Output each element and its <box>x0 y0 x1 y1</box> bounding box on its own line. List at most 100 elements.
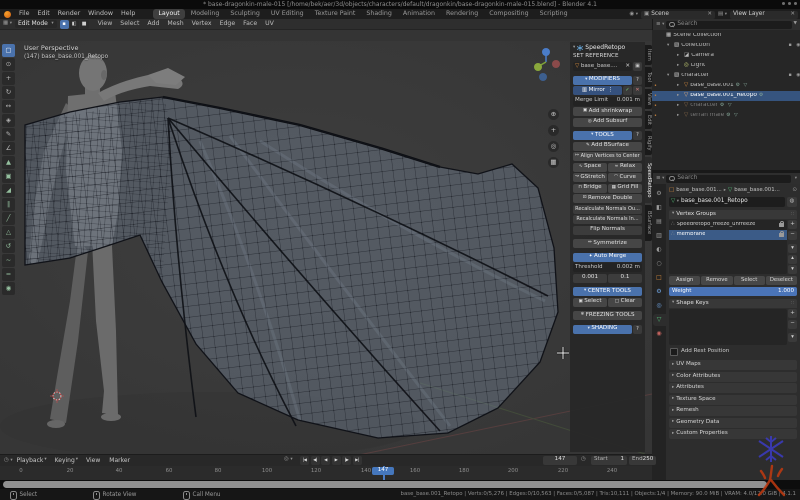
add-bsurface-button[interactable]: ✎Add BSurface <box>573 142 642 151</box>
perspective-toggle-icon[interactable]: ▦ <box>548 157 559 168</box>
topbar-menu[interactable]: Help <box>117 11 139 17</box>
workspace-tab[interactable]: Rendering <box>441 9 483 18</box>
reference-object-field[interactable]: ▽base_base....✕ <box>573 62 632 71</box>
camera-view-icon[interactable]: ◎ <box>548 141 559 152</box>
topbar-menu[interactable]: File <box>15 11 34 17</box>
threshold-slider[interactable]: Threshold0.002 m <box>573 263 642 272</box>
recalc-normals-outside-button[interactable]: Recalculate Normals Ou... <box>573 205 642 214</box>
remove-button[interactable]: Remove <box>701 276 732 285</box>
npanel-tab[interactable]: Tool <box>645 67 652 87</box>
modifiers-header-button[interactable]: ▾MODIFIERS <box>573 76 632 85</box>
annotate-tool[interactable]: ✎ <box>2 128 15 141</box>
curve-button[interactable]: ◠Curve <box>608 173 642 182</box>
outliner-item-label[interactable]: Light <box>691 63 705 69</box>
collapsed-panel-header[interactable]: ▸Remesh <box>669 406 797 416</box>
lock-icon[interactable] <box>779 223 784 227</box>
shape-keys-panel-header[interactable]: ▾Shape Keys∷ <box>669 299 797 308</box>
assign-button[interactable]: Assign <box>669 276 700 285</box>
properties-editor-type-dropdown[interactable]: ≡ <box>656 176 664 182</box>
pan-icon[interactable]: + <box>548 125 559 136</box>
properties-tab-view-layer[interactable]: ▥ <box>653 230 666 242</box>
properties-tab-physics[interactable]: ◎ <box>653 300 666 312</box>
face-select-mode[interactable]: ■ <box>80 20 89 29</box>
outliner-item-label[interactable]: terran male <box>690 113 724 119</box>
topbar-menu[interactable]: Edit <box>34 11 54 17</box>
blender-logo-icon[interactable] <box>4 11 11 18</box>
delete-mirror-button[interactable]: ✕ <box>633 86 642 95</box>
move-group-up-button[interactable]: ▴ <box>788 255 797 264</box>
outliner-row[interactable]: • ▸ ▽ terran male ⚙ ▽ − ▣ <box>652 111 800 121</box>
workspace-tab[interactable]: Shading <box>361 9 397 18</box>
view-layer-remove-icon[interactable]: ✕ <box>790 12 795 18</box>
space-button[interactable]: ∿Space <box>573 163 607 172</box>
auto-merge-toggle[interactable]: ✦Auto Merge <box>573 253 642 262</box>
outliner-row[interactable]: ▾ ▧ character ▪ ◉ ▣ <box>652 71 800 81</box>
measure-tool[interactable]: ∠ <box>2 142 15 155</box>
auto-keying-toggle[interactable]: ◎ <box>284 457 293 463</box>
workspace-tab[interactable]: Animation <box>398 9 440 18</box>
workspace-tab[interactable]: Layout <box>153 9 184 18</box>
properties-tab-tool[interactable]: ⚙ <box>653 188 666 200</box>
center-select-button[interactable]: ▣Select <box>573 298 607 307</box>
npanel-tab[interactable]: Rigify <box>645 131 652 155</box>
tools-help-button[interactable]: ? <box>633 131 642 140</box>
edge-select-mode[interactable]: ◧ <box>70 20 79 29</box>
workspace-tab[interactable]: Modeling <box>186 9 225 18</box>
remove-shape-key-button[interactable]: − <box>788 320 797 329</box>
workspace-tab[interactable]: Texture Paint <box>310 9 361 18</box>
frame-end-field[interactable]: End250 <box>629 456 656 465</box>
workspace-tab[interactable]: Scripting <box>535 9 573 18</box>
apply-mirror-button[interactable]: ✓ <box>623 86 632 95</box>
npanel-tab[interactable]: Edit <box>645 111 652 129</box>
spin-tool[interactable]: ↺ <box>2 240 15 253</box>
visibility-icons[interactable]: ▪ ◉ ▣ <box>788 74 800 79</box>
gizmo-z-axis[interactable] <box>542 48 550 56</box>
expand-icon[interactable]: ▸ <box>677 94 682 99</box>
scene-selector[interactable]: ▣ Scene ✕ <box>641 11 715 19</box>
collapsed-panel-header[interactable]: ▸Attributes <box>669 383 797 393</box>
workspace-tab[interactable]: Compositing <box>484 9 533 18</box>
gstretch-button[interactable]: ↝GStretch <box>573 173 607 182</box>
cursor-tool[interactable]: ⊙ <box>2 58 15 71</box>
viewport-menu[interactable]: Add <box>143 21 163 27</box>
zoom-icon[interactable]: ⊕ <box>548 109 559 120</box>
workspace-tab[interactable]: Sculpting <box>225 9 264 18</box>
properties-search-input[interactable]: Search <box>666 175 791 183</box>
threshold-preset-high-button[interactable]: 0.1 <box>608 274 642 283</box>
gizmo-x-axis[interactable] <box>552 60 560 68</box>
outliner-item-label[interactable]: Collection <box>681 43 710 49</box>
mode-dropdown[interactable]: Edit Mode <box>15 20 57 29</box>
timeline-scrollbar[interactable] <box>3 481 767 488</box>
poly-build-tool[interactable]: △ <box>2 226 15 239</box>
expand-icon[interactable]: ▸ <box>677 114 682 119</box>
viewport-menu[interactable]: UV <box>261 21 278 27</box>
outliner-item-label[interactable]: Scene Collection <box>673 33 721 39</box>
viewport-menu[interactable]: View <box>94 21 117 27</box>
expand-icon[interactable]: ▾ <box>667 44 672 49</box>
relax-button[interactable]: ≈Relax <box>608 163 642 172</box>
timeline-menu[interactable]: Playback▾ <box>13 458 51 464</box>
viewport-menu[interactable]: Vertex <box>188 21 216 27</box>
next-keyframe-button[interactable]: |▶ <box>342 456 351 465</box>
smooth-tool[interactable]: ~ <box>2 254 15 267</box>
extrude-region-tool[interactable]: ▲ <box>2 156 15 169</box>
timeline-editor-type-dropdown[interactable]: ◷ <box>4 458 13 464</box>
flip-normals-button[interactable]: Flip Normals <box>573 226 642 235</box>
remove-double-button[interactable]: ⊡Remove Double <box>573 194 642 203</box>
tweak-select-tool[interactable]: ▢ <box>2 44 15 57</box>
topbar-menu[interactable]: Render <box>54 11 84 17</box>
outliner-row[interactable]: • ▸ ▽ character ⚙ ▽ − ▣ <box>652 101 800 111</box>
fake-user-shield-button[interactable]: ◍ <box>787 197 797 207</box>
remove-vertex-group-button[interactable]: − <box>788 231 797 240</box>
vertex-group-item[interactable]: ∴ membrane <box>669 230 787 240</box>
gizmo-y-axis[interactable] <box>534 63 542 71</box>
tools-header-button[interactable]: ▾TOOLS <box>573 131 632 140</box>
bevel-tool[interactable]: ◢ <box>2 184 15 197</box>
loop-cut-tool[interactable]: ∥ <box>2 198 15 211</box>
shading-header-button[interactable]: ▾SHADING <box>573 325 632 334</box>
shading-help-button[interactable]: ? <box>633 325 642 334</box>
panel-collapse-icon[interactable]: ▾ <box>573 46 575 51</box>
properties-tab-data[interactable]: ▽ <box>653 314 666 326</box>
window-buttons[interactable] <box>782 2 797 5</box>
keying-clock-icon[interactable]: ◷ <box>581 457 586 463</box>
